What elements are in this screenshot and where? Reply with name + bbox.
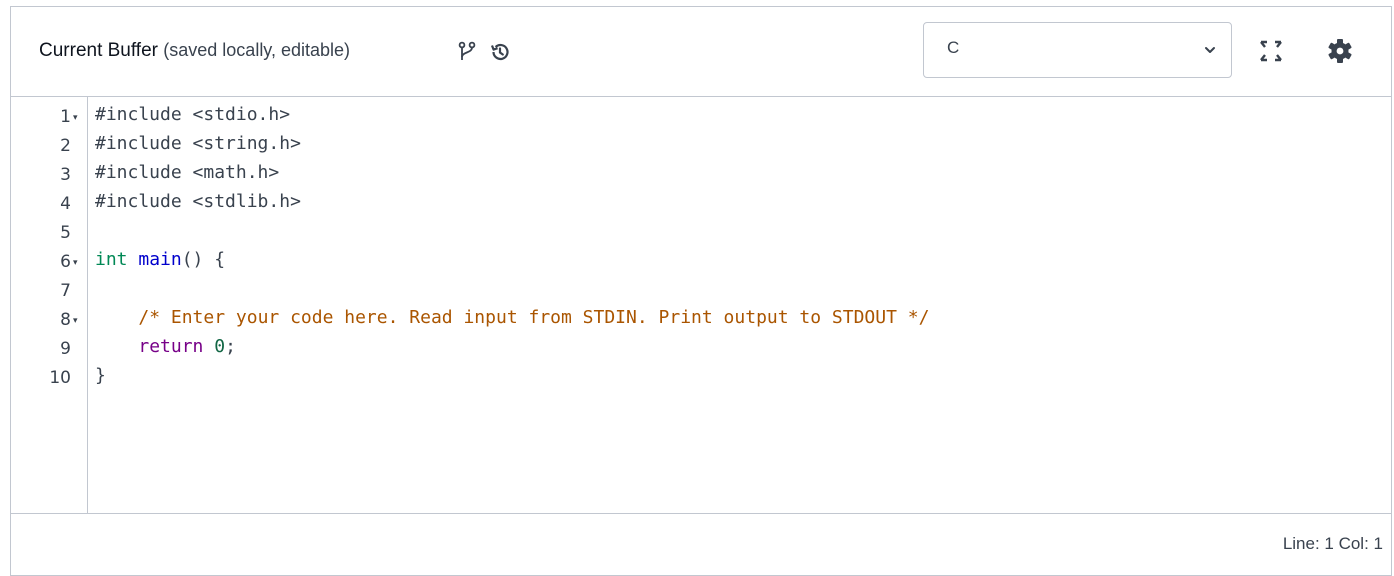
code-line: #include <math.h> (95, 162, 280, 183)
fold-marker[interactable]: ▾ (73, 103, 83, 132)
chevron-down-icon (1203, 43, 1217, 57)
line-number: 1 (60, 107, 71, 127)
gear-icon[interactable] (1326, 37, 1354, 65)
code-editor[interactable]: 1 ▾ 2 3 4 5 6 ▾ 7 8 ▾ 9 10 #include <std… (11, 97, 1391, 514)
history-icon[interactable] (489, 41, 511, 63)
fold-marker[interactable]: ▾ (73, 248, 83, 277)
buffer-title-sub: (saved locally, editable) (163, 40, 351, 60)
line-number: 2 (60, 136, 71, 156)
code-comment: /* Enter your code here. Read input from… (138, 307, 930, 328)
line-number: 5 (60, 223, 71, 243)
line-number: 3 (60, 165, 71, 185)
code-editor-panel: Current Buffer (saved locally, editable)… (10, 6, 1392, 576)
keyword-return: return (138, 336, 204, 357)
line-number: 4 (60, 194, 71, 214)
language-select-value: C (947, 38, 960, 57)
code-line: #include <stdlib.h> (95, 191, 301, 212)
line-number: 7 (60, 281, 71, 301)
line-number: 9 (60, 339, 71, 359)
buffer-title: Current Buffer (saved locally, editable) (39, 40, 350, 62)
line-number: 6 (60, 252, 71, 272)
fold-marker[interactable]: ▾ (73, 306, 83, 335)
code-line: return 0; (95, 332, 236, 361)
code-token: () { (181, 249, 226, 270)
branch-icon[interactable] (456, 41, 478, 63)
line-number: 10 (49, 368, 71, 388)
language-select[interactable]: C (923, 22, 1232, 78)
line-number: 8 (60, 310, 71, 330)
cursor-position: Line: 1 Col: 1 (1282, 534, 1383, 553)
buffer-title-strong: Current Buffer (39, 40, 158, 61)
line-number-gutter: 1 ▾ 2 3 4 5 6 ▾ 7 8 ▾ 9 10 (11, 97, 88, 513)
code-line: #include <stdio.h> (95, 104, 291, 125)
expand-icon[interactable] (1257, 37, 1285, 65)
code-token: ; (225, 336, 236, 357)
code-line: #include <string.h> (95, 133, 301, 154)
editor-header: Current Buffer (saved locally, editable)… (11, 7, 1391, 97)
function-name: main (138, 249, 182, 270)
code-line: int main() { (95, 245, 225, 274)
keyword-int: int (95, 249, 128, 270)
code-line: } (95, 365, 106, 386)
number-literal: 0 (214, 336, 226, 357)
code-line: /* Enter your code here. Read input from… (95, 303, 929, 332)
status-bar: Line: 1 Col: 1 (11, 514, 1391, 574)
